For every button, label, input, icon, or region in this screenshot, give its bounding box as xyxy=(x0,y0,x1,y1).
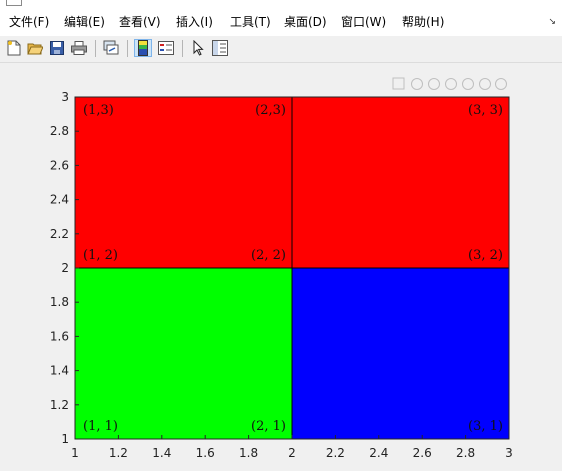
cell-coordinate-label-0: (1,3) xyxy=(83,103,114,118)
y-tick-label-2: 1.4 xyxy=(50,364,69,378)
x-tick-label-3: 1.6 xyxy=(196,446,215,460)
cell-coordinate-label-5: (3, 2) xyxy=(468,248,503,263)
cell-coordinate-label-4: (2, 2) xyxy=(251,248,286,263)
y-tick-label-10: 3 xyxy=(61,90,69,104)
y-tick-label-0: 1 xyxy=(61,432,69,446)
heatmap-cell-3 xyxy=(292,268,509,439)
cell-coordinate-label-6: (1, 1) xyxy=(83,419,118,434)
heatmap-plot[interactable]: 1 1.2 1.4 1.6 1.8 2 2.2 2.4 2.6 2.8 3 1 1.2 1.4 1.6 1.8… xyxy=(0,0,562,471)
x-tick-label-9: 2.8 xyxy=(456,446,475,460)
y-tick-label-8: 2.6 xyxy=(50,158,69,172)
x-tick-label-6: 2.2 xyxy=(326,446,345,460)
cell-coordinate-label-3: (1, 2) xyxy=(83,248,118,263)
heatmap-cell-0 xyxy=(75,97,292,268)
cell-coordinate-label-1: (2,3) xyxy=(255,103,286,118)
cell-coordinate-label-7: (2, 1) xyxy=(251,419,286,434)
x-tick-label-7: 2.4 xyxy=(369,446,388,460)
y-tick-label-7: 2.4 xyxy=(50,193,69,207)
cell-coordinate-label-8: (3, 1) xyxy=(468,419,503,434)
x-tick-label-1: 1.2 xyxy=(109,446,128,460)
x-tick-label-5: 2 xyxy=(288,446,296,460)
x-tick-label-8: 2.6 xyxy=(413,446,432,460)
x-tick-label-0: 1 xyxy=(71,446,79,460)
y-tick-label-3: 1.6 xyxy=(50,329,69,343)
y-tick-label-9: 2.8 xyxy=(50,124,69,138)
heatmap-cell-2 xyxy=(75,268,292,439)
x-tick-label-2: 1.4 xyxy=(152,446,171,460)
y-tick-label-5: 2 xyxy=(61,261,69,275)
heatmap-cell-1 xyxy=(292,97,509,268)
y-tick-label-1: 1.2 xyxy=(50,398,69,412)
x-tick-label-4: 1.8 xyxy=(239,446,258,460)
y-tick-label-4: 1.8 xyxy=(50,295,69,309)
cell-coordinate-label-2: (3, 3) xyxy=(468,103,503,118)
x-tick-label-10: 3 xyxy=(505,446,513,460)
y-tick-label-6: 2.2 xyxy=(50,227,69,241)
